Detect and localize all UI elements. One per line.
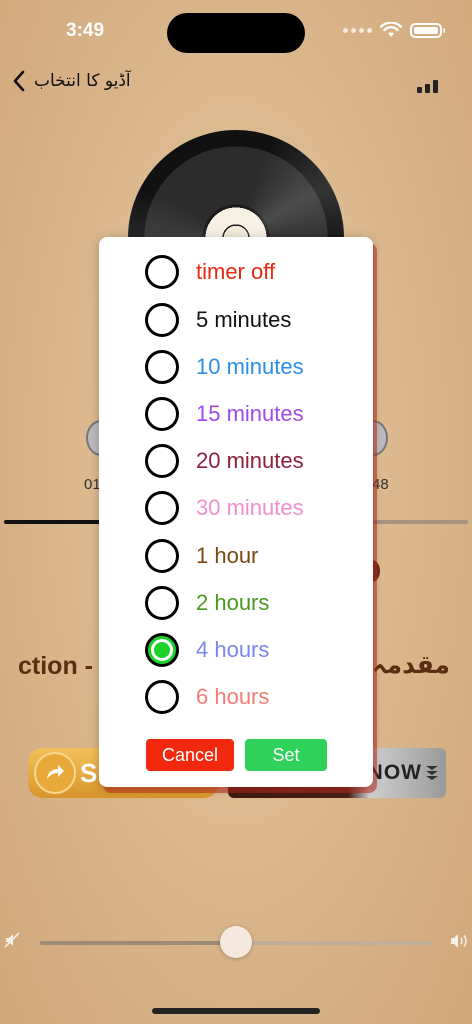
- volume-slider-thumb[interactable]: [220, 926, 252, 958]
- option-label: timer off: [196, 259, 276, 284]
- timer-option-30-minutes[interactable]: 30 minutes: [145, 490, 304, 526]
- share-label: S: [80, 757, 98, 788]
- option-label: 2 hours: [196, 590, 270, 615]
- home-indicator[interactable]: [152, 1008, 320, 1014]
- track-title-left: ction -: [18, 652, 93, 680]
- status-icons: [343, 22, 445, 38]
- total-time: 48: [372, 476, 389, 493]
- radio-button[interactable]: [145, 303, 179, 337]
- now-label: NOW: [367, 761, 422, 784]
- radio-button[interactable]: [145, 397, 179, 431]
- option-label: 5 minutes: [196, 307, 292, 332]
- radio-button[interactable]: [145, 350, 179, 384]
- timer-option-15-minutes[interactable]: 15 minutes: [145, 396, 304, 432]
- timer-option-6-hours[interactable]: 6 hours: [145, 679, 269, 715]
- option-label: 20 minutes: [196, 448, 304, 473]
- volume-mute-icon: [4, 932, 20, 948]
- timer-option-off[interactable]: timer off: [145, 254, 275, 290]
- sleep-timer-dialog: timer off 5 minutes 10 minutes 15 minute…: [99, 237, 373, 787]
- radio-button[interactable]: [145, 444, 179, 478]
- timer-option-10-minutes[interactable]: 10 minutes: [145, 349, 304, 385]
- battery-icon: [410, 22, 445, 38]
- radio-button[interactable]: [145, 539, 179, 573]
- status-time: 3:49: [66, 20, 105, 41]
- timer-option-4-hours[interactable]: 4 hours: [145, 632, 269, 668]
- dynamic-island: [167, 13, 305, 53]
- chevron-left-icon: [13, 70, 25, 92]
- share-arrow-icon: [34, 752, 76, 794]
- option-label: 30 minutes: [196, 495, 304, 520]
- equalizer-icon[interactable]: [417, 80, 438, 93]
- radio-button[interactable]: [145, 586, 179, 620]
- timer-option-2-hours[interactable]: 2 hours: [145, 585, 269, 621]
- playback-progress-fill: [4, 520, 107, 524]
- timer-option-5-minutes[interactable]: 5 minutes: [145, 302, 291, 338]
- option-label: 15 minutes: [196, 401, 304, 426]
- timer-option-1-hour[interactable]: 1 hour: [145, 538, 258, 574]
- track-title-right: مقدمہ: [372, 650, 451, 679]
- back-button[interactable]: آڈیو کا انتخاب: [12, 70, 131, 92]
- radio-button[interactable]: [145, 680, 179, 714]
- option-label: 4 hours: [196, 637, 270, 662]
- set-button[interactable]: Set: [245, 739, 327, 771]
- nav-title: آڈیو کا انتخاب: [34, 71, 131, 91]
- wifi-icon: [380, 22, 402, 37]
- cancel-button[interactable]: Cancel: [146, 739, 234, 771]
- cellular-signal-icon: [343, 27, 372, 33]
- chevrons-down-icon: [426, 766, 438, 780]
- radio-button[interactable]: [145, 491, 179, 525]
- volume-slider-fill: [40, 941, 236, 945]
- option-label: 10 minutes: [196, 354, 304, 379]
- option-label: 1 hour: [196, 543, 259, 568]
- timer-option-20-minutes[interactable]: 20 minutes: [145, 443, 304, 479]
- volume-loud-icon: [451, 934, 467, 948]
- radio-button[interactable]: [145, 255, 179, 289]
- option-label: 6 hours: [196, 684, 270, 709]
- radio-button[interactable]: [145, 633, 179, 667]
